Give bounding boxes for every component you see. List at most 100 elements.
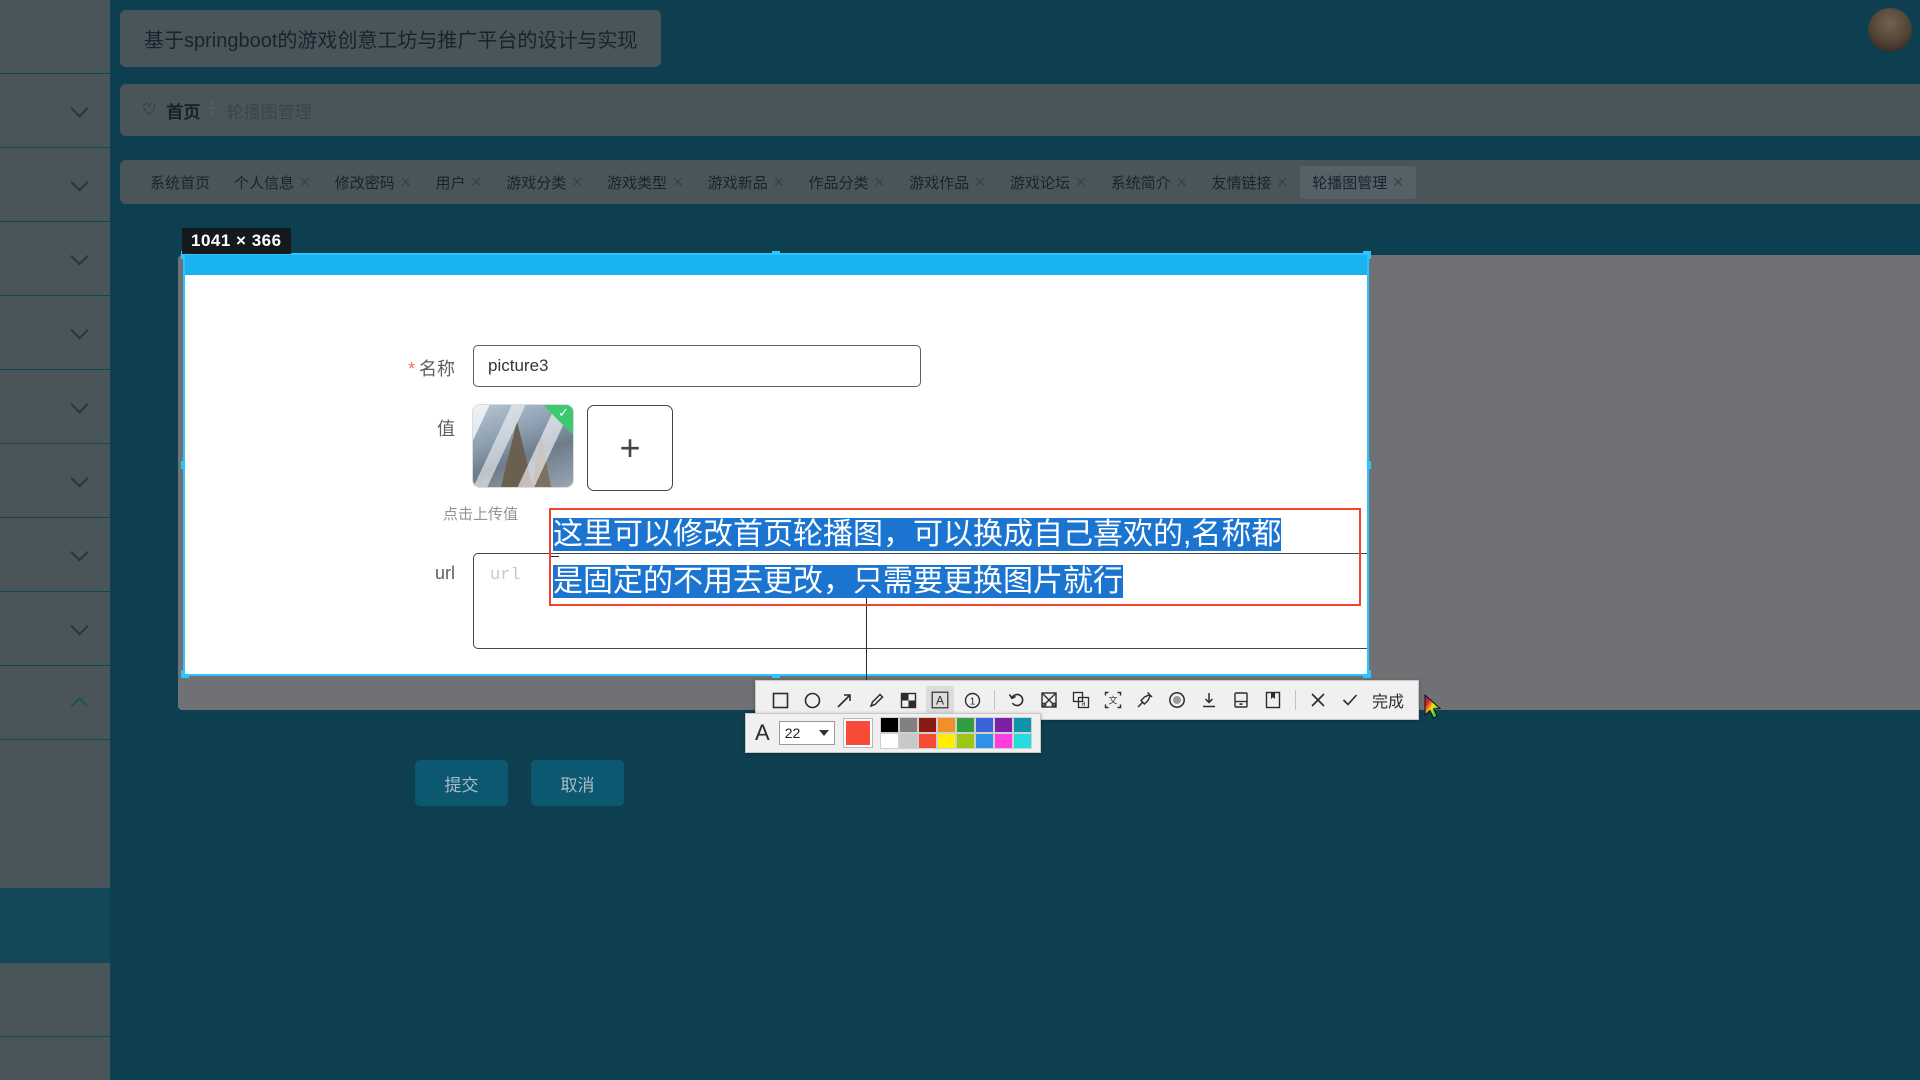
breadcrumb-home[interactable]: 首页 xyxy=(166,98,200,123)
tab-game-new[interactable]: 游戏新品 ✕ xyxy=(696,166,797,199)
color-swatch[interactable] xyxy=(1012,717,1032,733)
color-swatch[interactable] xyxy=(955,733,975,749)
mosaic-icon[interactable] xyxy=(894,686,922,714)
crop-icon[interactable] xyxy=(1035,686,1063,714)
tab-game-type[interactable]: 游戏类型 ✕ xyxy=(595,166,696,199)
sidebar-item-0[interactable]: 页 xyxy=(0,0,110,73)
sidebar-subitem-carousel[interactable]: 理 xyxy=(0,889,110,962)
tab-close-icon[interactable]: ✕ xyxy=(974,174,986,191)
tab-users[interactable]: 用户 ✕ xyxy=(424,166,495,199)
tab-close-icon[interactable]: ✕ xyxy=(1392,174,1404,191)
chevron-down-icon xyxy=(70,468,89,488)
sidebar-item-7[interactable]: 品管理 xyxy=(0,518,110,591)
pen-icon[interactable] xyxy=(862,686,890,714)
tab-game-works[interactable]: 游戏作品 ✕ xyxy=(897,166,998,199)
color-swatch[interactable] xyxy=(936,717,956,733)
sidebar-item-1[interactable]: 心 xyxy=(0,74,110,147)
tab-close-icon[interactable]: ✕ xyxy=(1075,174,1087,191)
tab-close-icon[interactable]: ✕ xyxy=(471,174,483,191)
sidebar-item-6[interactable]: 类管理 xyxy=(0,444,110,517)
tab-close-icon[interactable]: ✕ xyxy=(773,174,785,191)
sidebar-item-4[interactable]: 型管理 xyxy=(0,296,110,369)
sidebar-item-3[interactable]: 类管理 xyxy=(0,222,110,295)
tab-game-category[interactable]: 游戏分类 ✕ xyxy=(494,166,595,199)
color-swatch[interactable] xyxy=(974,717,994,733)
check-mark-icon: ✓ xyxy=(558,405,569,420)
svg-text:1: 1 xyxy=(969,696,975,707)
upload-add-button[interactable]: + xyxy=(587,405,673,491)
bookmark-icon[interactable] xyxy=(1259,686,1287,714)
done-button[interactable]: 完成 xyxy=(1368,688,1408,712)
color-swatch[interactable] xyxy=(936,733,956,749)
name-label-text: 名称 xyxy=(419,359,455,379)
color-swatch[interactable] xyxy=(955,717,975,733)
color-swatch[interactable] xyxy=(898,717,918,733)
color-swatch[interactable] xyxy=(879,733,899,749)
color-swatch[interactable] xyxy=(974,733,994,749)
ocr-copy-icon[interactable]: a xyxy=(1067,686,1095,714)
sidebar-subitem-1[interactable] xyxy=(0,963,110,1036)
color-palette[interactable] xyxy=(879,717,1032,749)
annotation-text-box[interactable]: 这里可以修改首页轮播图，可以换成自己喜欢的,名称都 是固定的不用去更改，只需要更换… xyxy=(549,508,1361,606)
tab-close-icon[interactable]: ✕ xyxy=(1277,174,1289,191)
uploaded-image-thumbnail[interactable]: ✓ xyxy=(473,405,573,487)
annotation-text: 这里可以修改首页轮播图，可以换成自己喜欢的,名称都 是固定的不用去更改，只需要更换… xyxy=(553,511,1357,605)
arrow-icon[interactable] xyxy=(830,686,858,714)
tab-bar[interactable]: 系统首页 个人信息 ✕ 修改密码 ✕ 用户 ✕ 游戏分类 ✕ 游戏类型 ✕ 游戏… xyxy=(120,160,1920,204)
chevron-down-icon xyxy=(70,542,89,562)
text-icon[interactable]: A xyxy=(926,686,954,714)
number-step-icon[interactable]: 1 xyxy=(958,686,986,714)
font-size-select[interactable]: 22 xyxy=(778,721,835,745)
sidebar-item-5[interactable]: 品管理 xyxy=(0,370,110,443)
color-swatch[interactable] xyxy=(917,733,937,749)
ellipse-icon[interactable] xyxy=(798,686,826,714)
download-icon[interactable] xyxy=(1195,686,1223,714)
submit-button[interactable]: 提交 xyxy=(415,760,508,806)
check-icon[interactable] xyxy=(1336,686,1364,714)
annotation-style-bar[interactable]: A 22 xyxy=(745,713,1041,753)
tab-system-intro[interactable]: 系统简介 ✕ xyxy=(1099,166,1200,199)
pin-icon[interactable] xyxy=(1131,686,1159,714)
record-icon[interactable] xyxy=(1163,686,1191,714)
color-swatch[interactable] xyxy=(898,733,918,749)
sidebar-item-9[interactable]: 理 xyxy=(0,666,110,739)
tab-system-home[interactable]: 系统首页 xyxy=(138,166,222,199)
sidebar-item-8[interactable]: 坛 xyxy=(0,592,110,665)
chevron-down-icon xyxy=(70,246,89,266)
tab-profile[interactable]: 个人信息 ✕ xyxy=(222,166,323,199)
name-input[interactable]: picture3 xyxy=(473,345,921,387)
sidebar-subitem-2[interactable]: 分类 xyxy=(0,1037,110,1080)
svg-text:a: a xyxy=(1082,701,1086,708)
color-swatch[interactable] xyxy=(917,717,937,733)
color-swatch[interactable] xyxy=(993,733,1013,749)
close-icon[interactable] xyxy=(1304,686,1332,714)
color-swatch[interactable] xyxy=(879,717,899,733)
svg-text:文: 文 xyxy=(1108,695,1117,706)
chevron-down-icon xyxy=(70,616,89,636)
tab-close-icon[interactable]: ✕ xyxy=(571,174,583,191)
font-size-icon: A xyxy=(755,720,770,745)
sidebar-item-2[interactable]: 理 xyxy=(0,148,110,221)
cancel-button[interactable]: 取消 xyxy=(531,760,624,806)
plus-icon: + xyxy=(619,427,641,468)
tab-close-icon[interactable]: ✕ xyxy=(672,174,684,191)
tab-game-forum[interactable]: 游戏论坛 ✕ xyxy=(998,166,1099,199)
sidebar[interactable]: 页 心 理 类管理 型管理 品管理 类管理 品管理 坛 理 理 xyxy=(0,0,110,1080)
avatar[interactable] xyxy=(1868,8,1912,52)
rectangle-icon[interactable] xyxy=(766,686,794,714)
tab-change-password[interactable]: 修改密码 ✕ xyxy=(323,166,424,199)
color-swatch[interactable] xyxy=(1012,733,1032,749)
tab-friend-links[interactable]: 友情链接 ✕ xyxy=(1200,166,1301,199)
color-swatch[interactable] xyxy=(993,717,1013,733)
current-color-swatch[interactable] xyxy=(842,718,873,748)
translate-icon[interactable]: 文 xyxy=(1099,686,1127,714)
form-actions[interactable]: 提交 取消 xyxy=(415,760,624,806)
tab-close-icon[interactable]: ✕ xyxy=(874,174,886,191)
tab-close-icon[interactable]: ✕ xyxy=(299,174,311,191)
tab-close-icon[interactable]: ✕ xyxy=(1176,174,1188,191)
tab-close-icon[interactable]: ✕ xyxy=(400,174,412,191)
save-icon[interactable] xyxy=(1227,686,1255,714)
tab-work-category[interactable]: 作品分类 ✕ xyxy=(797,166,898,199)
tab-carousel-management[interactable]: 轮播图管理 ✕ xyxy=(1300,165,1417,199)
undo-icon[interactable] xyxy=(1003,686,1031,714)
